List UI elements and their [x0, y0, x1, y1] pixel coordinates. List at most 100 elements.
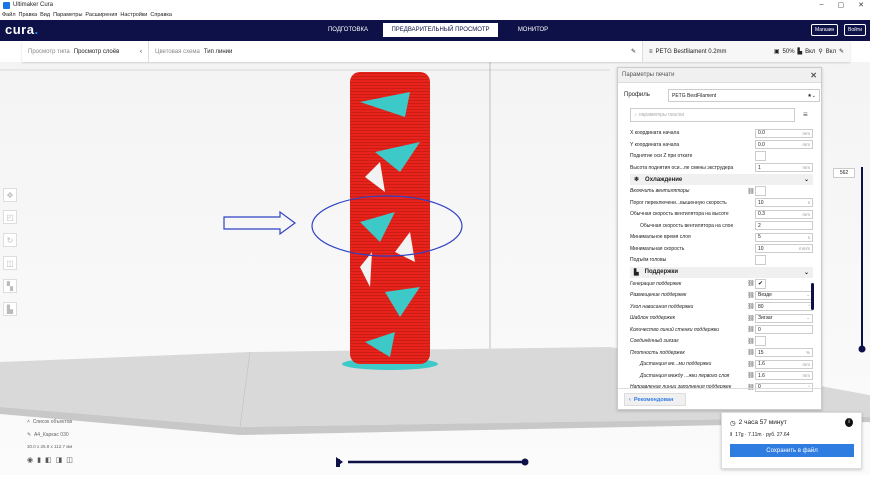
color-scheme-selector[interactable]: Цветовая схема Тип линии ✎ [149, 41, 642, 62]
search-icon: ⌕ [634, 112, 637, 118]
setting-checkbox[interactable] [755, 186, 766, 196]
setting-input[interactable]: 0.0 mm [755, 140, 813, 149]
close-icon[interactable]: ✕ [810, 71, 817, 80]
clock-icon: ◷ [730, 420, 736, 427]
setting-unit: ° [808, 304, 810, 309]
marketplace-button[interactable]: Магазин [811, 24, 839, 36]
menu-bar: Файл Правка Вид Параметры Расширения Нас… [0, 10, 870, 20]
setting-row: Плотность поддержек ⛓ 15% [630, 348, 813, 358]
menu-file[interactable]: Файл [2, 12, 16, 18]
close-button[interactable]: ✕ [858, 1, 864, 9]
setting-input[interactable]: 80 ° [755, 302, 813, 311]
view-type-selector[interactable]: Просмотр типа Просмотр слоёв ‹ [22, 41, 149, 62]
minimize-button[interactable]: – [820, 1, 824, 9]
menu-view[interactable]: Вид [40, 12, 50, 18]
setting-label: Обычная скорость вентилятора на высоте [630, 211, 729, 217]
setting-input[interactable]: Зигзаг ⌄ [755, 313, 813, 323]
settings-search-input[interactable]: ⌕ параметры поиска [630, 108, 795, 122]
layer-slider-handle[interactable] [858, 345, 866, 353]
setting-input[interactable]: 0 ° [755, 382, 813, 392]
signin-button[interactable]: Войти [844, 24, 866, 36]
tab-preview[interactable]: ПРЕДВАРИТЕЛЬНЫЙ ПРОСМОТР [383, 23, 498, 37]
view-orientation-buttons: ◉ ▮ ◧ ◨ ◫ [27, 456, 73, 464]
setting-checkbox[interactable] [755, 151, 766, 161]
setting-input[interactable]: 0 [755, 325, 813, 334]
object-dimensions: 30.0 x 26.8 x 112.7 мм [27, 444, 73, 449]
setting-input[interactable]: 0.3 mm [755, 209, 813, 219]
setting-value: 80 [758, 303, 764, 310]
setting-input[interactable]: 10 s [755, 198, 813, 207]
support-value: Вкл [805, 48, 816, 55]
setting-unit: mm [802, 373, 811, 378]
per-model-settings-icon[interactable]: ▚ [3, 279, 17, 293]
category-support[interactable]: ▙ Поддержки ⌄ [630, 266, 813, 278]
save-to-file-button[interactable]: Сохранить в файл [730, 444, 854, 457]
left-view-icon[interactable]: ◨ [56, 456, 63, 464]
top-view-icon[interactable]: ◧ [45, 456, 52, 464]
move-tool-icon[interactable]: ✥ [3, 188, 17, 202]
color-scheme-label: Цветовая схема [155, 48, 200, 55]
maximize-button[interactable]: ▢ [838, 1, 845, 9]
menu-edit[interactable]: Правка [19, 12, 38, 18]
path-slider-handle[interactable] [521, 458, 529, 466]
setting-input[interactable]: 2 [755, 221, 813, 230]
setting-input[interactable]: 5s [755, 232, 813, 242]
setting-label: Поднятие оси Z при откате [630, 153, 693, 159]
window-controls: – ▢ ✕ [820, 1, 864, 9]
setting-input[interactable]: 1.6 mm [755, 371, 813, 380]
setting-label: Шаблон поддержек [630, 315, 675, 321]
setting-checkbox[interactable] [755, 336, 766, 346]
menu-icon[interactable]: ≡ [803, 110, 808, 119]
print-settings-panel: Параметры печати ✕ Профиль PETG BestFila… [617, 67, 822, 410]
infill-value: 50% [782, 48, 795, 55]
recommended-button[interactable]: ‹ Рекомендован [624, 393, 686, 406]
star-chevron-icon: ★⌄ [807, 92, 816, 99]
menu-extensions[interactable]: Расширения [85, 12, 117, 18]
print-setup-selector[interactable]: ≡ PETG Bestfilament 0.2mm ▣ 50% ▙ Вкл ⚲ Вкл… [642, 41, 850, 62]
setting-checkbox[interactable] [755, 255, 766, 265]
setting-checkbox[interactable]: ✔ [755, 278, 766, 289]
annotation-arrow [223, 210, 297, 236]
setting-input[interactable]: Везде ⌄ [755, 290, 813, 300]
tab-monitor[interactable]: МОНИТОР [503, 23, 563, 37]
scale-tool-icon[interactable]: ◰ [3, 210, 17, 224]
setting-value: 5 [758, 234, 761, 240]
front-view-icon[interactable]: ▮ [37, 456, 41, 464]
material-icon: ≡ [649, 48, 653, 55]
setting-unit: mm/s [799, 246, 810, 251]
profile-dropdown[interactable]: PETG BestFilament ★⌄ [668, 89, 820, 102]
rotate-tool-icon[interactable]: ↻ [3, 233, 17, 247]
settings-scrollbar[interactable] [811, 283, 814, 310]
object-list-label: Список объектов [32, 419, 73, 425]
setting-row: Подъём головы [630, 255, 813, 265]
app-logo-icon [3, 1, 10, 9]
setting-row: Порог переключени...вышенную скорость 10 s [630, 198, 813, 208]
object-list-toggle[interactable]: ˄ Список объектов [27, 419, 72, 425]
setting-row: Дистанция между ...жки первого слоя ⛓ 1.6 m… [630, 371, 813, 381]
setting-value: 1.6 [758, 372, 765, 379]
setting-input[interactable]: 10 mm/s [755, 244, 813, 253]
menu-preferences[interactable]: Настройки [120, 12, 147, 18]
support-icon: ▙ [797, 49, 803, 55]
infill-icon: ▣ [773, 49, 780, 55]
layer-number-field[interactable]: 562 [833, 168, 855, 178]
setting-input[interactable]: 1 mm [755, 163, 813, 172]
category-cooling[interactable]: ❄ Охлаждение ⌄ [630, 174, 813, 185]
info-icon[interactable]: i [845, 418, 853, 427]
setting-row: Шаблон поддержек ⛓ Зигзаг ⌄ [630, 313, 813, 323]
menu-settings[interactable]: Параметры [53, 12, 82, 18]
support-blocker-icon[interactable]: ▙ [3, 302, 17, 316]
setting-label: Минимальная скорость [630, 245, 685, 252]
setting-input[interactable]: 15% [755, 348, 813, 357]
link-icon: ⛓ [747, 292, 755, 299]
setting-input[interactable]: 1.6 mm [755, 359, 813, 369]
adhesion-value: Вкл [825, 48, 836, 55]
right-view-icon[interactable]: ◫ [66, 456, 73, 464]
mirror-tool-icon[interactable]: ◫ [3, 256, 17, 270]
menu-help[interactable]: Справка [150, 12, 172, 18]
link-icon: ⛓ [747, 281, 755, 287]
tab-prepare[interactable]: ПОДГОТОВКА [318, 23, 378, 37]
icon-support: ▙ [634, 269, 639, 276]
3d-view-icon[interactable]: ◉ [27, 456, 33, 464]
setting-input[interactable]: 0.0 mm [755, 128, 813, 138]
